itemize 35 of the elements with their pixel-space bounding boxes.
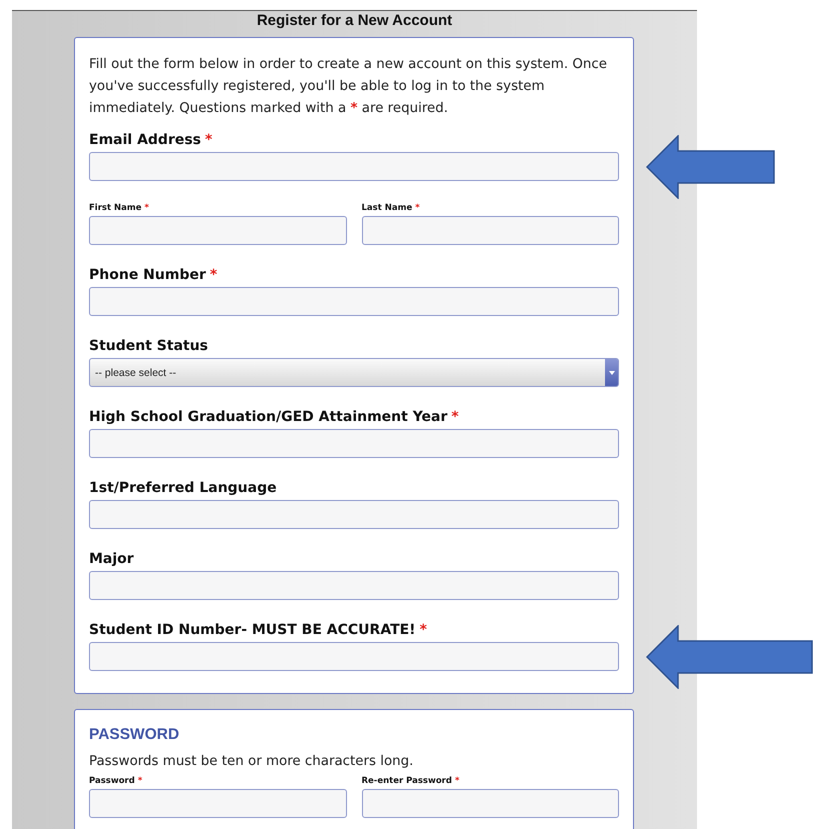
field-label: Major: [89, 551, 134, 567]
required-asterisk: *: [415, 203, 420, 213]
required-asterisk: *: [205, 132, 212, 148]
input-field[interactable]: [89, 571, 619, 600]
select-dropdown[interactable]: -- please select --: [89, 358, 619, 387]
field-label: First Name: [89, 203, 142, 213]
required-asterisk: *: [138, 776, 142, 786]
field-label: Password: [89, 776, 135, 786]
field-label: Re-enter Password: [362, 776, 452, 786]
input-field[interactable]: [89, 789, 346, 818]
section-heading: PASSWORD: [89, 726, 180, 744]
field-label: Last Name: [362, 203, 412, 213]
page-title: Register for a New Account: [256, 11, 452, 30]
input-field[interactable]: [89, 500, 619, 529]
required-asterisk: *: [454, 776, 460, 786]
field-label: Email Address: [89, 132, 202, 148]
hint-text: Passwords must be ten or more characters long.: [89, 754, 414, 769]
field-label: Student ID Number- MUST BE ACCURATE!: [89, 622, 416, 638]
input-field[interactable]: [89, 216, 346, 245]
input-field[interactable]: [89, 152, 619, 181]
input-field[interactable]: [89, 429, 619, 458]
field-label: 1st/Preferred Language: [89, 480, 277, 496]
required-asterisk: *: [144, 203, 149, 213]
input-field[interactable]: [89, 287, 619, 316]
intro-text: Fill out the form below in order to create a new account on this system. Once you've successfully registered, you'll be able to log in to the system immediately. Questions marked with a * are required.: [89, 56, 608, 118]
field-label: High School Graduation/GED Attainment Year: [89, 409, 448, 425]
caret-icon: [608, 370, 614, 374]
input-field[interactable]: [362, 216, 619, 245]
input-field[interactable]: [362, 789, 619, 818]
input-field[interactable]: [89, 642, 619, 671]
required-asterisk: *: [451, 409, 459, 425]
field-label: Phone Number: [89, 267, 206, 283]
required-asterisk: *: [420, 622, 427, 638]
required-asterisk: *: [210, 267, 218, 283]
field-label: Student Status: [89, 338, 208, 354]
